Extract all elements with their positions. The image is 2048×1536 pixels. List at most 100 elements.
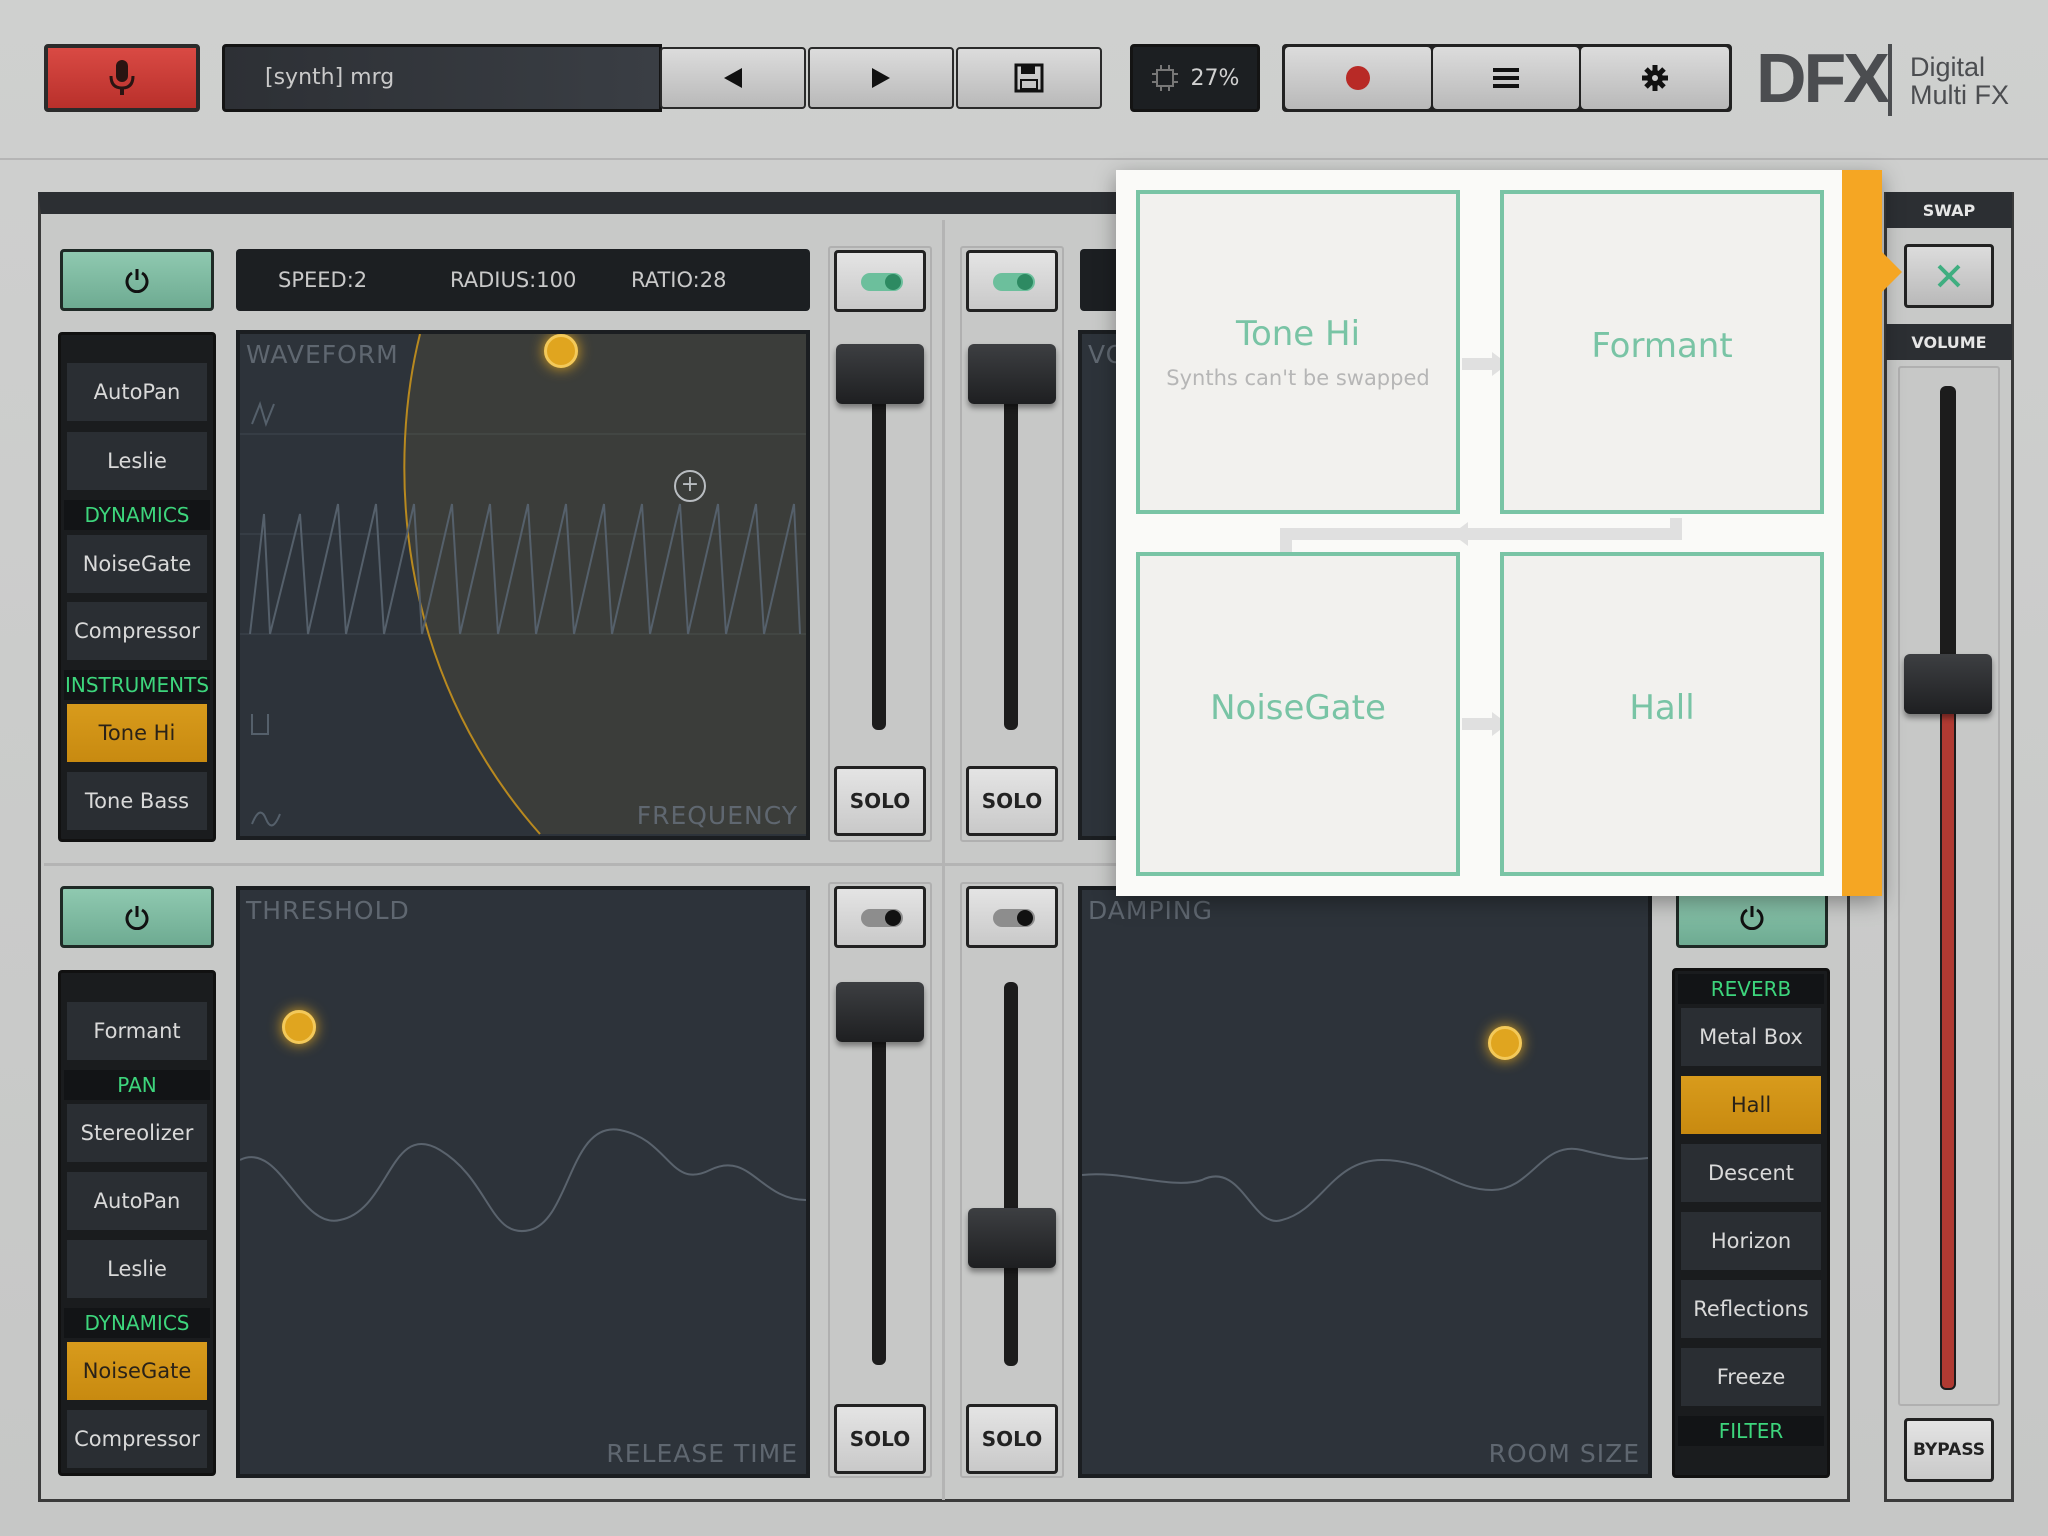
power-icon [125, 906, 149, 930]
list-item-noisegate[interactable]: NoiseGate [67, 1342, 207, 1402]
list-item-horizon[interactable]: Horizon [1681, 1212, 1821, 1272]
slot1-param-bar: SPEED:2 RADIUS:100 RATIO:28 [236, 249, 810, 311]
preset-name: [synth] mrg [265, 65, 395, 90]
slot1-mute-toggle[interactable] [834, 250, 926, 312]
swap-slot-title: Hall [1629, 688, 1695, 728]
toggle-icon [861, 909, 903, 927]
logo-divider [1888, 44, 1892, 116]
bypass-button[interactable]: BYPASS [1904, 1418, 1994, 1482]
swap-slot-3[interactable]: NoiseGate [1136, 552, 1460, 876]
menu-button[interactable] [1433, 47, 1579, 109]
pad-label-frequency: FREQUENCY [636, 801, 798, 830]
preset-display[interactable]: [synth] mrg [222, 44, 662, 112]
list-item-hall[interactable]: Hall [1681, 1076, 1821, 1136]
slot1-fader-track [872, 380, 886, 730]
floppy-icon [1014, 63, 1044, 93]
gear-icon [1642, 65, 1668, 91]
list-item-leslie[interactable]: Leslie [67, 432, 207, 492]
list-item-reflections[interactable]: Reflections [1681, 1280, 1821, 1340]
popup-pointer [1882, 252, 1902, 292]
cpu-meter: 27% [1130, 44, 1260, 112]
logo-text: DFX [1756, 39, 1890, 117]
swap-slot-title: NoiseGate [1210, 688, 1386, 728]
list-item-autopan[interactable]: AutoPan [67, 1172, 207, 1232]
rack-divider-vertical [942, 220, 945, 1500]
add-point-icon[interactable]: + [674, 470, 706, 502]
slot1-xy-pad[interactable]: WAVEFORM FREQUENCY + [236, 330, 810, 840]
list-item-tone-bass[interactable]: Tone Bass [67, 772, 207, 832]
volume-header: VOLUME [1886, 324, 2012, 360]
list-item-tone-hi[interactable]: Tone Hi [67, 704, 207, 764]
slot3-mute-toggle[interactable] [834, 886, 926, 948]
slot1-power-button[interactable] [60, 249, 214, 311]
pad-label-release-time: RELEASE TIME [606, 1439, 798, 1468]
list-item-compressor[interactable]: Compressor [67, 1410, 207, 1470]
mic-button[interactable] [44, 44, 200, 112]
xy-handle[interactable] [282, 1010, 316, 1044]
record-button[interactable] [1285, 47, 1431, 109]
swap-slot-title: Formant [1591, 326, 1733, 366]
slot2-solo-button[interactable]: SOLO [966, 766, 1058, 836]
slot3-fader-track [872, 1000, 886, 1365]
list-item-formant[interactable]: Formant [67, 1002, 207, 1062]
swap-label: SWAP [1922, 200, 1976, 220]
app-logo: DFX Digital Multi FX [1756, 38, 2036, 122]
slot1-solo-button[interactable]: SOLO [834, 766, 926, 836]
microphone-icon [109, 60, 135, 95]
play-left-icon [724, 68, 742, 88]
record-icon [1346, 66, 1370, 90]
toggle-icon [861, 273, 903, 291]
volume-fader-handle[interactable] [1904, 654, 1992, 714]
pad-label-room-size: ROOM SIZE [1488, 1439, 1640, 1468]
slot4-solo-button[interactable]: SOLO [966, 1404, 1058, 1474]
envelope-graph [240, 1128, 806, 1233]
slot3-xy-pad[interactable]: THRESHOLD RELEASE TIME [236, 886, 810, 1478]
slot4-mute-toggle[interactable] [966, 886, 1058, 948]
slot4-fader-handle[interactable] [968, 1208, 1056, 1268]
swap-button[interactable] [1904, 244, 1994, 308]
slot3-solo-button[interactable]: SOLO [834, 1404, 926, 1474]
slot2-mute-toggle[interactable] [966, 250, 1058, 312]
list-item-metal-box[interactable]: Metal Box [1681, 1008, 1821, 1068]
list-header-reverb: REVERB [1678, 974, 1824, 1004]
slot3-fader-handle[interactable] [836, 982, 924, 1042]
pad-label-threshold: THRESHOLD [246, 896, 410, 925]
swap-slot-title: Tone Hi [1235, 314, 1361, 354]
list-item-freeze[interactable]: Freeze [1681, 1348, 1821, 1408]
settings-button[interactable] [1581, 47, 1729, 109]
list-item-stereolizer[interactable]: Stereolizer [67, 1104, 207, 1164]
reverb-graph [1082, 1147, 1648, 1222]
swap-header: SWAP [1886, 192, 2012, 228]
param-radius: RADIUS:100 [450, 268, 577, 292]
swap-slot-2[interactable]: Formant [1500, 190, 1824, 514]
play-right-icon [872, 68, 890, 88]
xy-handle[interactable] [1488, 1026, 1522, 1060]
power-icon [125, 269, 149, 293]
save-button[interactable] [956, 47, 1102, 109]
xy-handle[interactable] [544, 334, 578, 368]
previous-preset-button[interactable] [660, 47, 806, 109]
slot3-power-button[interactable] [60, 886, 214, 948]
swap-popup: Tone Hi Synths can't be swapped Formant … [1116, 170, 1902, 896]
pad-label-waveform: WAVEFORM [246, 340, 399, 369]
list-item-descent[interactable]: Descent [1681, 1144, 1821, 1204]
swap-slot-subtitle: Synths can't be swapped [1166, 366, 1430, 390]
logo-sub-line1: Digital [1910, 52, 1986, 82]
slot4-xy-pad[interactable]: DAMPING ROOM SIZE [1078, 886, 1652, 1478]
swap-slot-4[interactable]: Hall [1500, 552, 1824, 876]
waveform-graph [240, 334, 806, 835]
next-preset-button[interactable] [808, 47, 954, 109]
slot4-fader-track [1004, 982, 1018, 1366]
power-icon [1740, 906, 1764, 930]
list-header-dynamics: DYNAMICS [64, 1308, 210, 1338]
slot2-fader-handle[interactable] [968, 344, 1056, 404]
chip-icon [1151, 65, 1178, 91]
list-item-noisegate[interactable]: NoiseGate [67, 535, 207, 595]
swap-arrows-icon [1937, 264, 1961, 288]
list-item-compressor[interactable]: Compressor [67, 602, 207, 662]
list-item-autopan[interactable]: AutoPan [67, 363, 207, 423]
list-item-leslie[interactable]: Leslie [67, 1240, 207, 1300]
param-ratio: RATIO:28 [631, 268, 727, 292]
slot2-fader-track [1004, 380, 1018, 730]
slot1-fader-handle[interactable] [836, 344, 924, 404]
